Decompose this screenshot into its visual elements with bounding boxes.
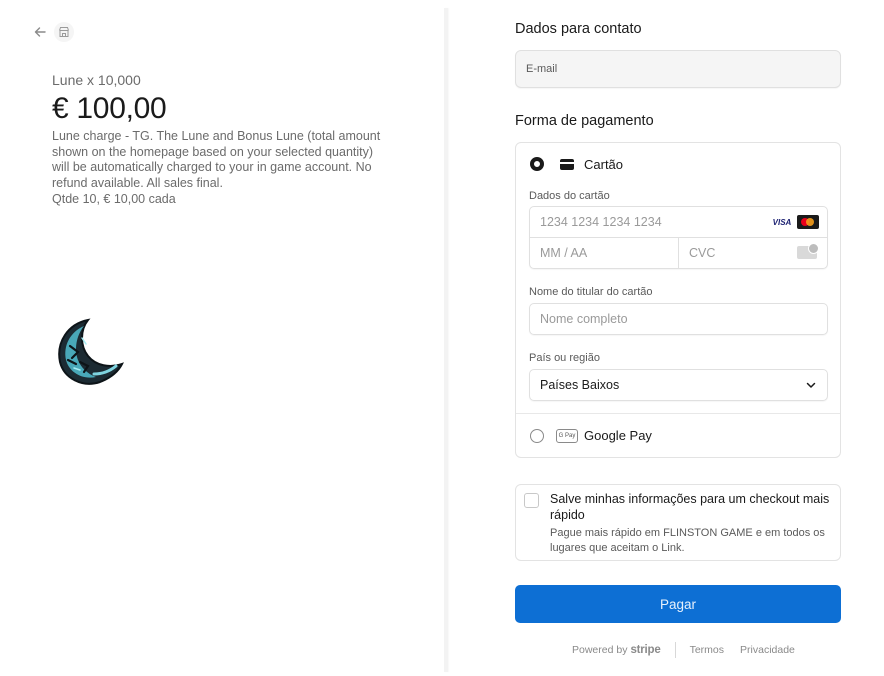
credit-card-icon [560, 159, 574, 170]
email-field[interactable]: E-mail [515, 50, 841, 88]
cardholder-name-input[interactable]: Nome completo [529, 303, 828, 335]
payment-section-title: Forma de pagamento [515, 113, 654, 129]
chevron-down-icon [806, 382, 816, 388]
country-select[interactable]: Países Baixos [529, 369, 828, 401]
country-label: País ou região [529, 352, 600, 364]
cvc-input[interactable]: CVC [679, 238, 827, 268]
save-info-checkbox[interactable] [524, 493, 539, 508]
product-summary-pane: Lune x 10,000 € 100,00 Lune charge - TG.… [0, 0, 446, 676]
back-arrow-icon[interactable] [30, 22, 50, 42]
save-info-description: Pague mais rápido em FLINSTON GAME e em … [550, 527, 825, 554]
store-icon[interactable] [54, 22, 74, 42]
save-info-title: Salve minhas informações para um checkou… [550, 492, 830, 522]
google-pay-radio[interactable] [530, 429, 544, 443]
visa-logo-icon: VISA [771, 216, 793, 228]
footer: Powered by stripe Termos Privacidade [572, 642, 811, 658]
quantity-line: Qtde 10, € 10,00 cada [52, 192, 176, 206]
card-details-label: Dados do cartão [529, 190, 610, 202]
contact-section-title: Dados para contato [515, 21, 642, 37]
checkout-form-pane: Dados para contato E-mail Forma de pagam… [448, 0, 884, 676]
cardholder-label: Nome do titular do cartão [529, 286, 653, 298]
country-value: Países Baixos [540, 378, 620, 392]
stripe-logo: stripe [630, 644, 661, 656]
privacy-link[interactable]: Privacidade [740, 644, 795, 656]
product-description: Lune charge - TG. The Lune and Bonus Lun… [52, 129, 381, 190]
mastercard-logo-icon [797, 215, 819, 229]
save-info-box: Salve minhas informações para um checkou… [515, 484, 841, 561]
pay-button[interactable]: Pagar [515, 585, 841, 623]
footer-separator [674, 642, 676, 658]
powered-by-text: Powered by [572, 644, 628, 656]
cvc-placeholder: CVC [689, 246, 716, 260]
google-pay-icon: G Pay [556, 429, 578, 443]
product-image-moon-icon [54, 316, 128, 390]
powered-by[interactable]: Powered by stripe [572, 644, 661, 656]
payment-method-box: Cartão Dados do cartão 1234 1234 1234 12… [515, 142, 841, 458]
cvc-card-icon [797, 243, 819, 259]
expiry-input[interactable]: MM / AA [530, 238, 679, 268]
product-price: € 100,00 [52, 92, 167, 125]
card-method-label: Cartão [584, 157, 624, 172]
payment-method-divider [516, 413, 840, 414]
card-method-radio[interactable] [530, 157, 544, 171]
product-name: Lune x 10,000 [52, 72, 141, 88]
terms-link[interactable]: Termos [690, 644, 724, 656]
card-input-group: 1234 1234 1234 1234 VISA MM / AA CVC [529, 206, 828, 269]
google-pay-label: Google Pay [584, 428, 652, 443]
